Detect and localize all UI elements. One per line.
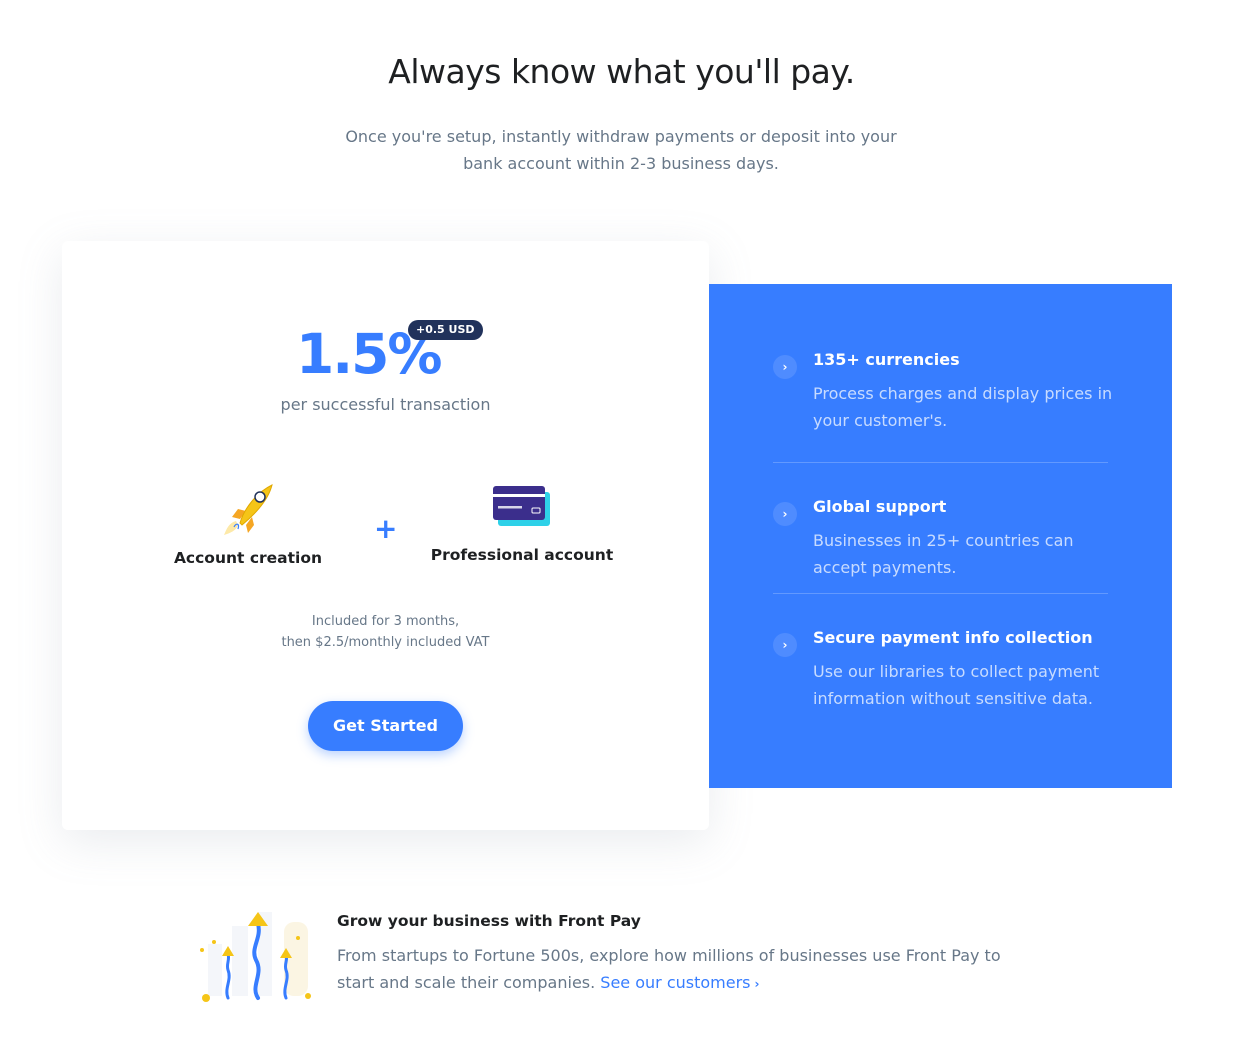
chevron-right-icon: › xyxy=(773,355,797,379)
divider xyxy=(773,462,1108,463)
feature-label: Account creation xyxy=(173,549,323,567)
benefits-panel: › 135+ currencies Process charges and di… xyxy=(709,284,1172,788)
credit-card-icon xyxy=(493,486,550,526)
benefit-description: Businesses in 25+ countries can accept p… xyxy=(813,531,1074,577)
included-note: Included for 3 months, then $2.5/monthly… xyxy=(62,611,709,653)
get-started-button[interactable]: Get Started xyxy=(308,701,463,751)
plus-icon: + xyxy=(374,512,398,545)
page-subtitle: Once you're setup, instantly withdraw pa… xyxy=(321,123,921,177)
see-our-customers-link[interactable]: See our customers › xyxy=(600,973,759,992)
chevron-right-icon: › xyxy=(773,633,797,657)
grow-section: Grow your business with Front Pay From s… xyxy=(198,906,1048,1006)
grow-title: Grow your business with Front Pay xyxy=(337,912,641,930)
subtitle-line-2: bank account within 2-3 business days. xyxy=(463,154,779,173)
page-title: Always know what you'll pay. xyxy=(388,52,855,91)
included-line-1: Included for 3 months, xyxy=(311,614,460,629)
chevron-right-icon: › xyxy=(773,502,797,526)
price-caption: per successful transaction xyxy=(280,395,491,414)
feature-label: Professional account xyxy=(430,546,614,564)
subtitle-line-1: Once you're setup, instantly withdraw pa… xyxy=(345,127,897,146)
feature-account-creation: Account creation xyxy=(168,479,328,567)
divider xyxy=(773,593,1108,594)
growth-arrows-illustration xyxy=(200,912,311,1002)
benefit-title: 135+ currencies xyxy=(813,350,960,369)
price-badge: +0.5 USD xyxy=(408,320,483,340)
benefit-description: Use our libraries to collect payment inf… xyxy=(813,662,1100,708)
included-line-2: then $2.5/monthly included VAT xyxy=(281,635,490,650)
link-label: See our customers xyxy=(600,973,751,992)
feature-professional-account: Professional account xyxy=(427,484,617,564)
benefit-title: Secure payment info collection xyxy=(813,628,1093,647)
benefit-description: Process charges and display prices in yo… xyxy=(813,384,1113,430)
grow-text: From startups to Fortune 500s, explore h… xyxy=(337,942,1037,998)
chevron-right-icon: › xyxy=(754,977,760,991)
rocket-icon xyxy=(224,484,273,535)
pricing-card: 1.5% +0.5 USD per successful transaction… xyxy=(62,241,709,830)
benefit-title: Global support xyxy=(813,497,947,516)
